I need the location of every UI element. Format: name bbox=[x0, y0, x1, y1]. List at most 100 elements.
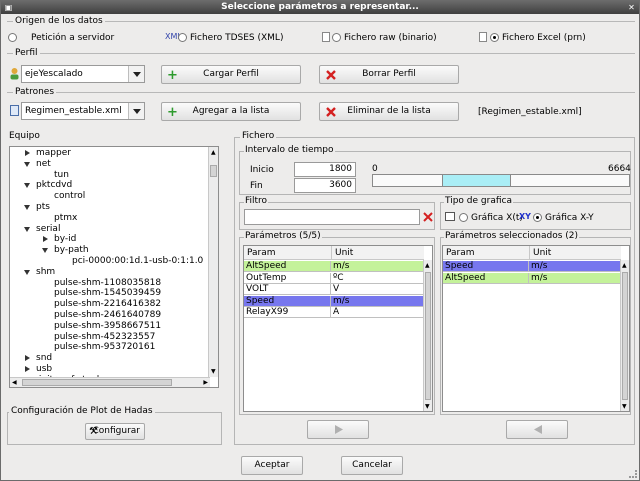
cargar-perfil-button[interactable]: + Cargar Perfil bbox=[161, 65, 301, 84]
tree-item-label: pulse-shm-3958667511 bbox=[54, 320, 162, 331]
plus-icon: + bbox=[167, 68, 178, 83]
scroll-left-icon[interactable]: ◀ bbox=[12, 379, 17, 386]
range-max-label: 6664 bbox=[608, 164, 631, 174]
scroll-right-icon[interactable]: ▶ bbox=[203, 379, 208, 386]
fin-field[interactable]: 3600 bbox=[294, 178, 356, 193]
graph-xy-icon: XY bbox=[519, 212, 531, 221]
table-row[interactable]: RelayX99 A bbox=[244, 307, 424, 318]
origen-label-servidor: Petición a servidor bbox=[31, 33, 115, 43]
plot-title: Configuración de Plot de Hadas bbox=[9, 406, 155, 416]
scroll-thumb[interactable] bbox=[210, 165, 217, 177]
tree-item-label: pulse-shm-2216416382 bbox=[54, 299, 162, 310]
resize-grip[interactable] bbox=[629, 470, 637, 478]
cell-param: OutTemp bbox=[244, 272, 331, 284]
inicio-field[interactable]: 1800 bbox=[294, 162, 356, 177]
scroll-thumb[interactable] bbox=[22, 379, 172, 386]
expander-open-icon[interactable] bbox=[24, 161, 31, 168]
column-header-unit[interactable]: Unit bbox=[331, 246, 353, 260]
table-header: Param Unit bbox=[443, 246, 621, 260]
cancelar-button[interactable]: Cancelar bbox=[341, 456, 403, 475]
table-header: Param Unit bbox=[244, 246, 424, 260]
perfil-combo[interactable]: ejeYescalado bbox=[21, 65, 145, 83]
tree-item-label: tun bbox=[54, 169, 69, 180]
column-header-param[interactable]: Param bbox=[244, 246, 276, 260]
seleccionados-scrollbar[interactable]: ▲ ▼ bbox=[620, 260, 629, 411]
origen-radio-excel[interactable] bbox=[490, 33, 499, 42]
seleccionados-table[interactable]: Param Unit Speed m/s AltSpeed m/s ▲ ▼ bbox=[442, 245, 630, 412]
scroll-up-icon[interactable]: ▲ bbox=[622, 262, 627, 269]
origen-radio-servidor[interactable] bbox=[8, 33, 17, 42]
parametros-title: Parámetros (5/5) bbox=[244, 231, 322, 241]
configurar-button[interactable]: ⚒ Configurar bbox=[85, 423, 145, 440]
chevron-down-icon[interactable] bbox=[128, 103, 144, 119]
origen-radio-tdses[interactable] bbox=[178, 33, 187, 42]
scroll-thumb[interactable] bbox=[622, 272, 628, 400]
expander-open-icon[interactable] bbox=[42, 247, 49, 254]
cell-unit: m/s bbox=[331, 295, 424, 307]
add-selected-button[interactable] bbox=[307, 420, 369, 439]
cell-param: Speed bbox=[244, 295, 331, 307]
tipo-radio-xt[interactable] bbox=[459, 213, 468, 222]
chevron-down-icon[interactable] bbox=[128, 66, 144, 82]
time-range-selection[interactable] bbox=[442, 175, 511, 186]
tree-item-label: pulse-shm-953720161 bbox=[54, 342, 156, 353]
expander-open-icon[interactable] bbox=[24, 182, 31, 189]
table-row[interactable]: OutTemp ºC bbox=[244, 272, 424, 284]
scroll-down-icon[interactable]: ▼ bbox=[622, 403, 627, 410]
tipo-label-xy: Gráfica X-Y bbox=[545, 213, 594, 223]
scroll-down-icon[interactable]: ▼ bbox=[425, 403, 430, 410]
equipo-title: Equipo bbox=[9, 131, 40, 141]
expander-open-icon[interactable] bbox=[24, 204, 31, 211]
window-menu-icon[interactable]: ▣ bbox=[4, 3, 13, 12]
tree-vertical-scrollbar[interactable]: ▲ ▼ bbox=[208, 147, 218, 377]
title-bar[interactable]: Seleccione parámetros a representar... ▣… bbox=[1, 1, 639, 14]
parametros-scrollbar[interactable]: ▲ ▼ bbox=[423, 260, 432, 411]
patrones-title: Patrones bbox=[13, 87, 57, 97]
parametros-table[interactable]: Param Unit AltSpeed m/s OutTemp ºC VOLT V Spee… bbox=[243, 245, 433, 412]
table-row[interactable]: Speed m/s bbox=[443, 261, 621, 272]
patrones-combo[interactable]: Regimen_estable.xml bbox=[21, 102, 145, 120]
agregar-lista-button[interactable]: + Agregar a la lista bbox=[161, 102, 301, 121]
expander-closed-icon[interactable] bbox=[24, 355, 31, 362]
table-row[interactable]: Speed m/s bbox=[244, 295, 424, 307]
tools-icon: ⚒ bbox=[89, 426, 98, 437]
table-row[interactable]: VOLT V bbox=[244, 284, 424, 295]
origen-label-excel: Fichero Excel (prn) bbox=[502, 33, 586, 43]
aceptar-button[interactable]: Aceptar bbox=[241, 456, 303, 475]
close-icon[interactable]: ✕ bbox=[627, 3, 636, 12]
filtro-input[interactable] bbox=[244, 209, 420, 225]
time-range-bar[interactable] bbox=[372, 174, 630, 187]
tree-item-label: net bbox=[36, 158, 51, 169]
cell-param: VOLT bbox=[244, 284, 331, 295]
scroll-thumb[interactable] bbox=[425, 272, 431, 400]
column-header-param[interactable]: Param bbox=[443, 246, 475, 260]
table-row[interactable]: AltSpeed m/s bbox=[244, 261, 424, 272]
expander-closed-icon[interactable] bbox=[24, 150, 31, 157]
borrar-perfil-button[interactable]: Borrar Perfil bbox=[319, 65, 459, 84]
scroll-down-icon[interactable]: ▼ bbox=[211, 368, 216, 375]
remove-selected-button[interactable] bbox=[506, 420, 568, 439]
expander-closed-icon[interactable] bbox=[24, 366, 31, 373]
seleccionados-title: Parámetros seleccionados (2) bbox=[444, 231, 580, 241]
equipo-tree[interactable]: mapper net tun pktcdvd control pts ptmx serial b… bbox=[9, 146, 219, 388]
perfil-title: Perfil bbox=[13, 48, 40, 58]
table-row[interactable]: AltSpeed m/s bbox=[443, 272, 621, 284]
arrow-right-icon bbox=[335, 425, 343, 434]
scroll-up-icon[interactable]: ▲ bbox=[211, 149, 216, 156]
scroll-up-icon[interactable]: ▲ bbox=[425, 262, 430, 269]
expander-open-icon[interactable] bbox=[24, 269, 31, 276]
tree-item-label: shm bbox=[36, 266, 56, 277]
origen-radio-raw[interactable] bbox=[332, 33, 341, 42]
filtro-title: Filtro bbox=[244, 196, 269, 206]
clear-filter-icon[interactable] bbox=[422, 211, 434, 223]
cargar-perfil-label: Cargar Perfil bbox=[203, 69, 259, 79]
tipo-radio-xy[interactable] bbox=[533, 213, 542, 222]
expander-closed-icon[interactable] bbox=[42, 236, 49, 243]
tree-horizontal-scrollbar[interactable]: ◀ ▶ bbox=[10, 377, 210, 387]
window-title: Seleccione parámetros a representar... bbox=[221, 2, 419, 12]
expander-open-icon[interactable] bbox=[24, 226, 31, 233]
tree-item-label: pulse-shm-2461640789 bbox=[54, 310, 162, 320]
column-header-unit[interactable]: Unit bbox=[529, 246, 551, 260]
cancelar-label: Cancelar bbox=[352, 460, 392, 470]
eliminar-lista-button[interactable]: Eliminar de la lista bbox=[319, 102, 459, 121]
